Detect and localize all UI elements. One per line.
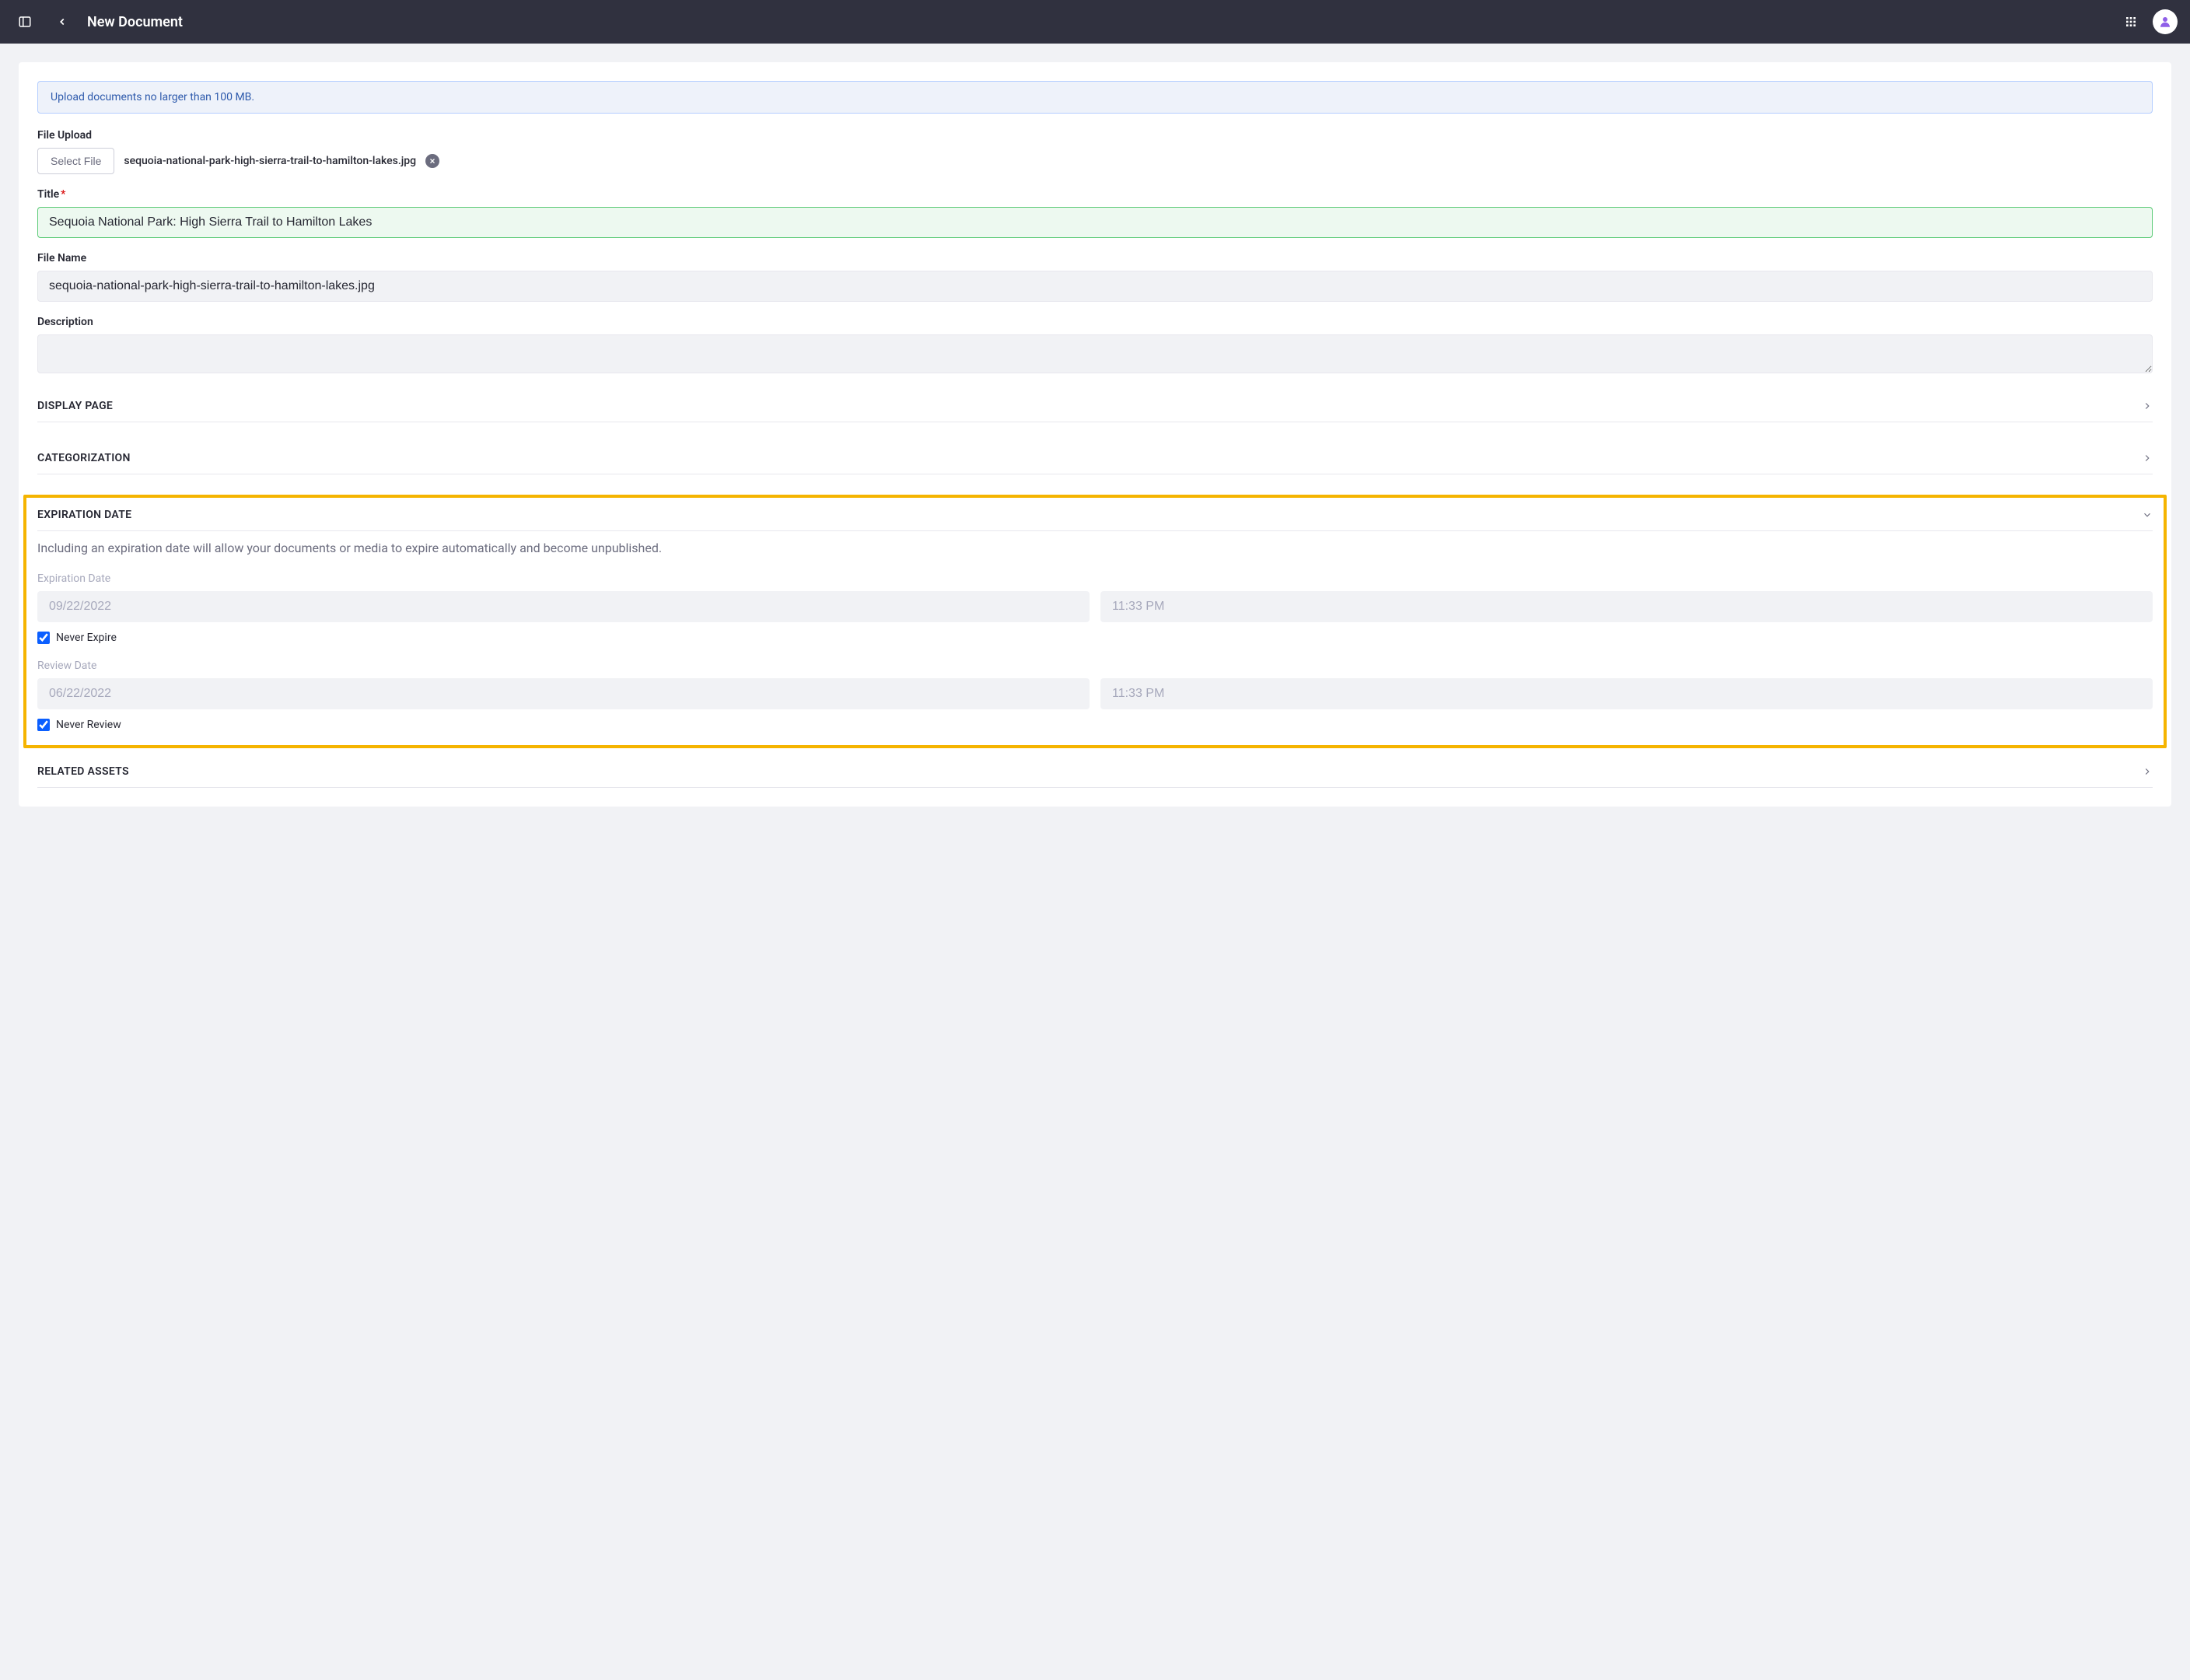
section-related-assets[interactable]: RELATED ASSETS xyxy=(37,756,2153,788)
review-date-row xyxy=(37,678,2153,709)
back-button[interactable] xyxy=(50,9,75,34)
close-icon xyxy=(429,157,436,165)
file-upload-row: Select File sequoia-national-park-high-s… xyxy=(37,148,2153,174)
chevron-right-icon xyxy=(2142,766,2153,777)
user-icon xyxy=(2158,15,2172,29)
expiration-date-input xyxy=(37,591,1090,622)
expiration-date-row xyxy=(37,591,2153,622)
title-group: Title* xyxy=(37,188,2153,238)
select-file-button[interactable]: Select File xyxy=(37,148,114,174)
never-review-label[interactable]: Never Review xyxy=(56,719,121,731)
section-display-page[interactable]: DISPLAY PAGE xyxy=(37,390,2153,422)
title-input[interactable] xyxy=(37,207,2153,238)
description-input[interactable] xyxy=(37,334,2153,373)
never-expire-checkbox[interactable] xyxy=(37,632,50,644)
file-upload-label: File Upload xyxy=(37,129,2153,142)
section-related-assets-title: RELATED ASSETS xyxy=(37,765,129,778)
filename-input[interactable] xyxy=(37,271,2153,302)
expiration-date-label: Expiration Date xyxy=(37,572,2153,585)
selected-filename: sequoia-national-park-high-sierra-trail-… xyxy=(124,155,416,167)
section-categorization-title: CATEGORIZATION xyxy=(37,452,131,464)
description-group: Description xyxy=(37,316,2153,376)
panel-icon xyxy=(18,15,32,29)
section-expiration-date-title: EXPIRATION DATE xyxy=(37,509,131,521)
description-label: Description xyxy=(37,316,2153,328)
section-categorization[interactable]: CATEGORIZATION xyxy=(37,443,2153,474)
never-review-row: Never Review xyxy=(37,719,2153,731)
clear-file-button[interactable] xyxy=(425,154,439,168)
filename-label: File Name xyxy=(37,252,2153,264)
info-banner: Upload documents no larger than 100 MB. xyxy=(37,81,2153,114)
title-label: Title* xyxy=(37,188,2153,201)
never-expire-label[interactable]: Never Expire xyxy=(56,632,117,644)
grid-icon xyxy=(2125,16,2137,28)
review-date-label: Review Date xyxy=(37,660,2153,672)
topbar-right xyxy=(2118,9,2178,34)
review-date-input xyxy=(37,678,1090,709)
section-expiration-date[interactable]: EXPIRATION DATE xyxy=(37,509,2153,531)
expiration-helper: Including an expiration date will allow … xyxy=(37,541,2153,555)
chevron-right-icon xyxy=(2142,401,2153,411)
topbar-left: New Document xyxy=(12,9,183,34)
review-time-input xyxy=(1100,678,2153,709)
never-expire-row: Never Expire xyxy=(37,632,2153,644)
expiration-time-input xyxy=(1100,591,2153,622)
chevron-left-icon xyxy=(57,16,68,27)
required-indicator: * xyxy=(61,188,65,201)
apps-button[interactable] xyxy=(2118,9,2143,34)
filename-group: File Name xyxy=(37,252,2153,302)
chevron-down-icon xyxy=(2142,509,2153,520)
sidebar-toggle-button[interactable] xyxy=(12,9,37,34)
section-display-page-title: DISPLAY PAGE xyxy=(37,400,113,412)
expiration-highlight: EXPIRATION DATE Including an expiration … xyxy=(23,495,2167,748)
title-label-text: Title xyxy=(37,188,59,201)
avatar[interactable] xyxy=(2153,9,2178,34)
never-review-checkbox[interactable] xyxy=(37,719,50,731)
file-upload-group: File Upload Select File sequoia-national… xyxy=(37,129,2153,174)
form-card: Upload documents no larger than 100 MB. … xyxy=(19,62,2171,807)
page-body: Upload documents no larger than 100 MB. … xyxy=(0,44,2190,825)
page-title: New Document xyxy=(87,14,183,30)
chevron-right-icon xyxy=(2142,453,2153,464)
topbar: New Document xyxy=(0,0,2190,44)
